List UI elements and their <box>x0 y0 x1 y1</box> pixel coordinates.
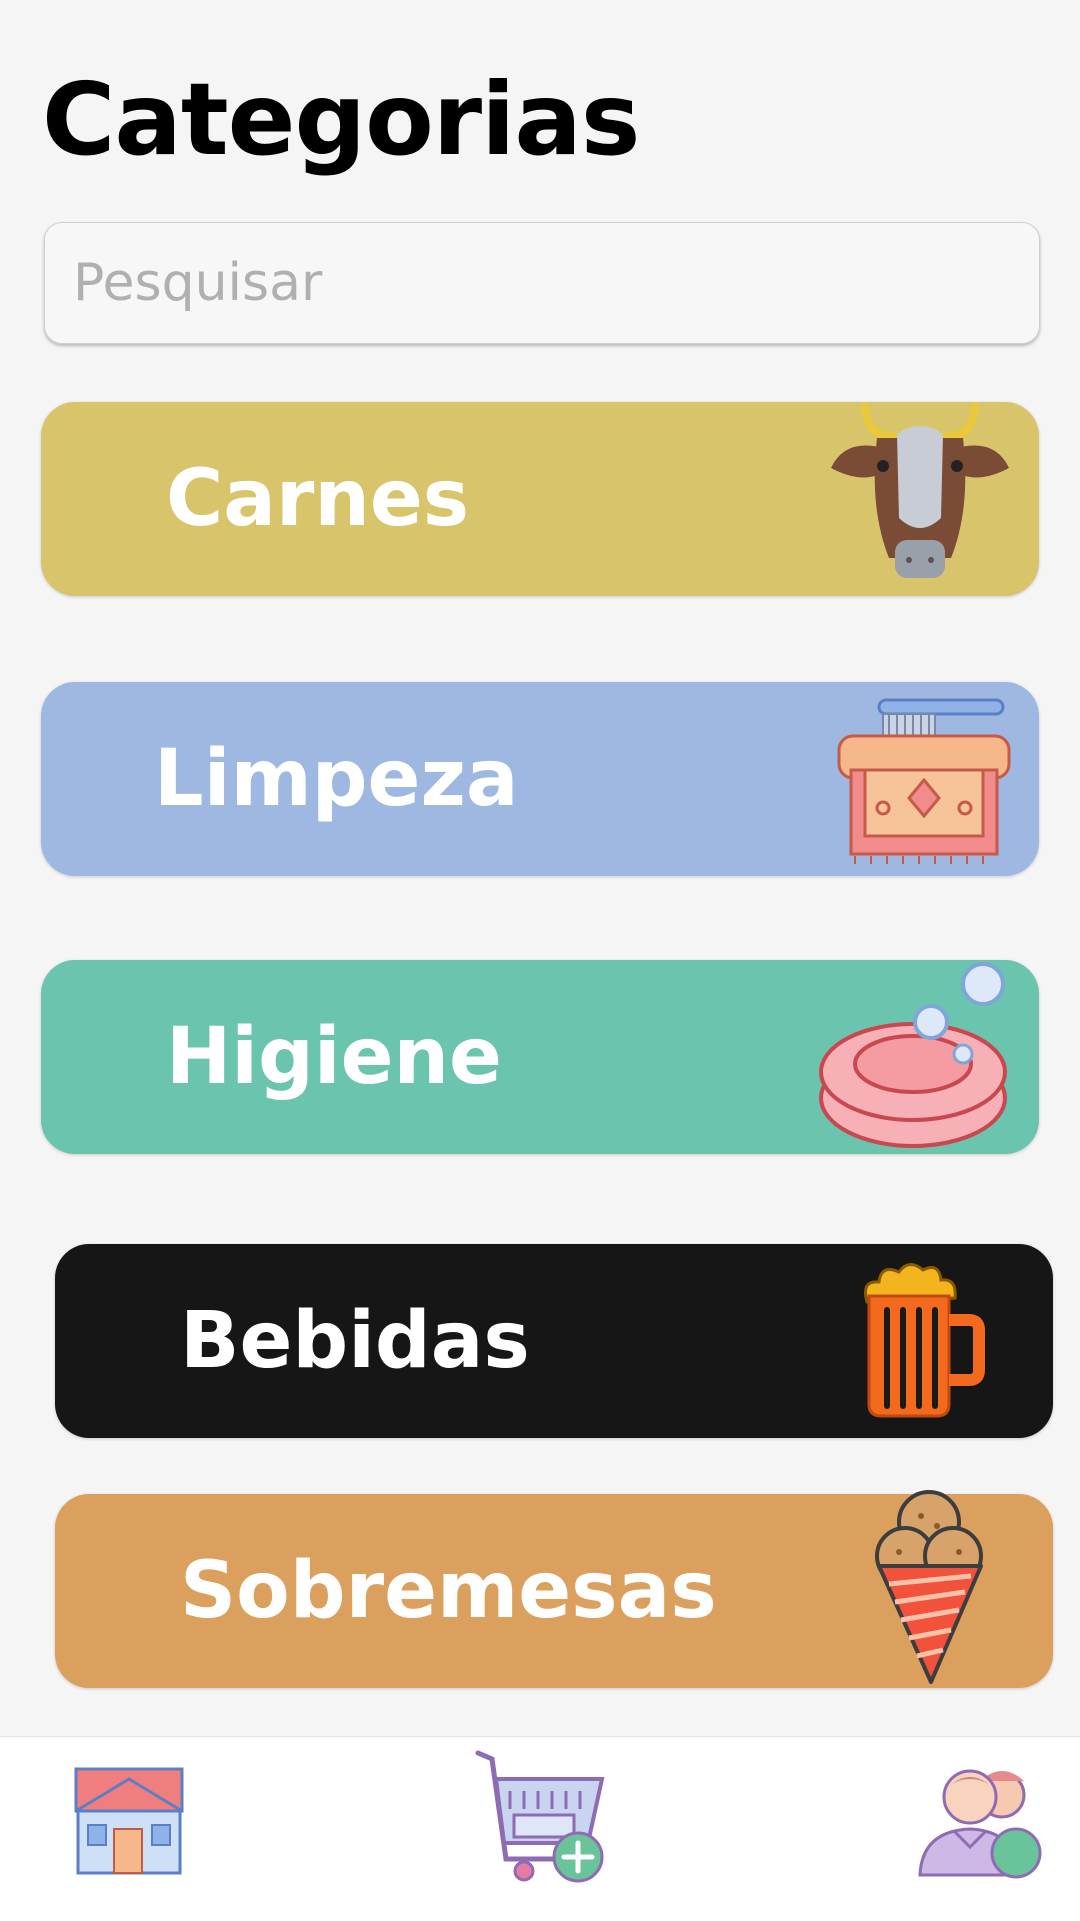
nav-add-user[interactable] <box>916 1757 1046 1887</box>
category-label: Sobremesas <box>180 1546 717 1636</box>
category-label: Bebidas <box>180 1296 530 1386</box>
page-title: Categorias <box>42 61 640 178</box>
category-card-carnes[interactable]: Carnes <box>41 402 1039 596</box>
category-label: Carnes <box>166 454 470 544</box>
add-to-cart-icon <box>475 1750 605 1883</box>
category-card-sobremesas[interactable]: Sobremesas <box>55 1490 1053 1688</box>
category-card-bebidas[interactable]: Bebidas <box>55 1244 1053 1438</box>
category-card-limpeza[interactable]: Limpeza <box>41 682 1039 876</box>
nav-add-to-cart[interactable] <box>474 1749 606 1889</box>
soap-icon <box>819 962 1007 1148</box>
cleaning-brush-icon <box>837 698 1011 864</box>
nav-home[interactable] <box>72 1763 186 1881</box>
search-input[interactable] <box>44 222 1040 344</box>
ice-cream-cone-icon <box>875 1490 983 1684</box>
cow-icon <box>831 402 1009 578</box>
add-user-icon <box>918 1769 1042 1879</box>
category-label: Higiene <box>166 1012 502 1102</box>
home-icon <box>74 1767 184 1875</box>
category-label: Limpeza <box>154 734 519 824</box>
category-card-higiene[interactable]: Higiene <box>41 960 1039 1154</box>
bottom-nav <box>0 1736 1080 1921</box>
beer-mug-icon <box>864 1263 985 1418</box>
